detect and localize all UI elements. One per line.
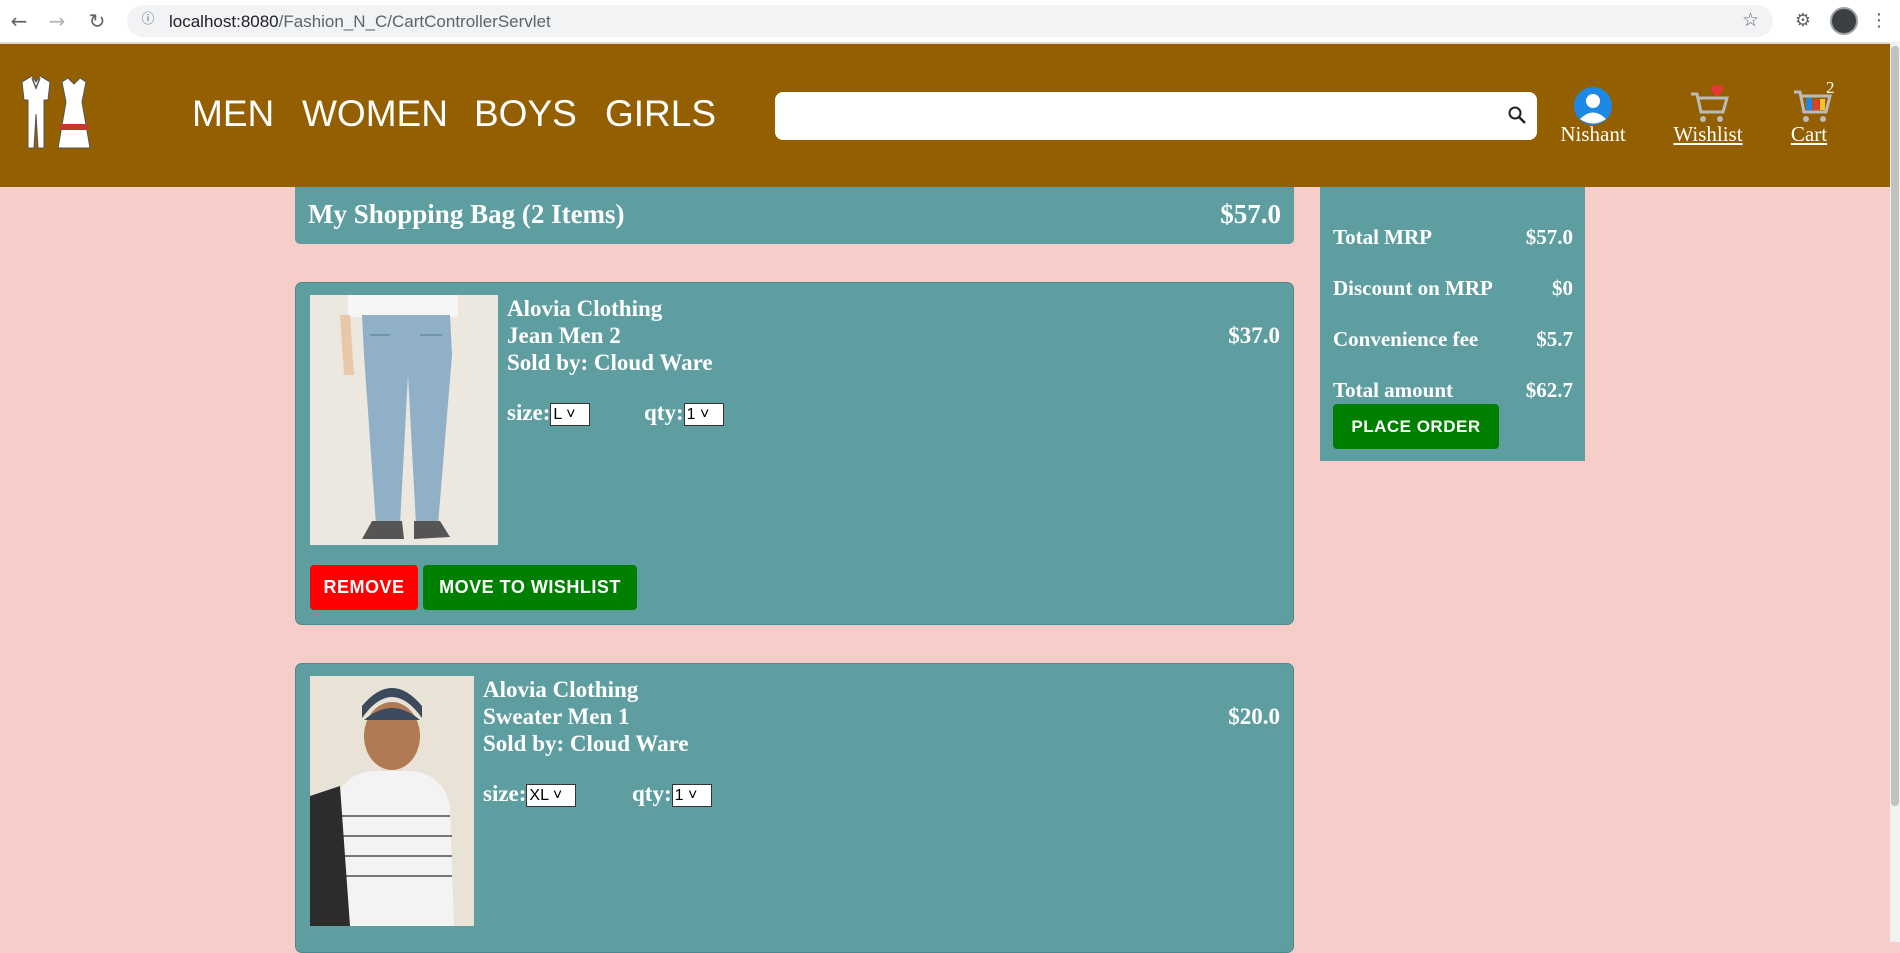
qty-selector-row: qty: 1 ˅ xyxy=(632,781,712,808)
product-image-jeans[interactable] xyxy=(310,295,498,545)
product-image-sweater[interactable] xyxy=(310,676,474,926)
url-text: localhost:8080/Fashion_N_C/CartControlle… xyxy=(169,12,551,32)
qty-label: qty: xyxy=(644,400,684,425)
size-selector-row: size: L ˅ xyxy=(507,400,591,427)
back-icon[interactable]: ← xyxy=(6,8,32,34)
nav-girls[interactable]: GIRLS xyxy=(605,93,716,135)
size-label: size: xyxy=(507,400,551,425)
qty-select[interactable]: 1 ˅ xyxy=(671,784,712,808)
browser-profile-avatar[interactable] xyxy=(1830,7,1858,35)
summary-value: $57.0 xyxy=(1525,225,1573,249)
summary-row-convenience-fee: Convenience fee $5.7 xyxy=(1333,327,1573,352)
product-name: Jean Men 2 xyxy=(507,323,621,348)
size-selector-row: size: XL ˅ xyxy=(483,781,577,808)
qty-value: 1 xyxy=(674,787,684,805)
size-label: size: xyxy=(483,781,527,806)
move-to-wishlist-button[interactable]: MOVE TO WISHLIST xyxy=(423,565,637,610)
summary-label: Total MRP xyxy=(1333,225,1432,249)
order-summary: Total MRP $57.0 Discount on MRP $0 Conveni… xyxy=(1320,187,1585,461)
summary-value: $5.7 xyxy=(1536,327,1573,351)
wishlist-link[interactable]: Wishlist xyxy=(1668,122,1748,147)
place-order-button[interactable]: PLACE ORDER xyxy=(1333,404,1499,449)
cart-item: Alovia Clothing Jean Men 2 Sold by: Clou… xyxy=(295,282,1294,625)
nav-women[interactable]: WOMEN xyxy=(302,93,448,135)
cart-item: Alovia Clothing Sweater Men 1 Sold by: C… xyxy=(295,663,1294,953)
scrollbar-thumb[interactable] xyxy=(1891,46,1899,806)
bag-title: My Shopping Bag (2 Items) xyxy=(308,199,625,229)
info-icon[interactable]: ⓘ xyxy=(139,11,157,29)
user-link[interactable]: Nishant xyxy=(1555,122,1631,147)
search-input[interactable] xyxy=(775,92,1537,140)
summary-value: $0 xyxy=(1552,276,1573,300)
size-value: XL xyxy=(529,787,549,805)
product-price: $37.0 xyxy=(1228,323,1280,348)
summary-row-total-mrp: Total MRP $57.0 xyxy=(1333,225,1573,250)
size-select[interactable]: XL ˅ xyxy=(526,784,577,808)
url-host: localhost:8080 xyxy=(169,12,279,31)
qty-selector-row: qty: 1 ˅ xyxy=(644,400,724,427)
size-value: L xyxy=(553,406,562,424)
site-header: MEN WOMEN BOYS GIRLS Nishant Wishlist 2 … xyxy=(0,44,1890,187)
remove-button[interactable]: REMOVE xyxy=(310,565,418,610)
summary-label: Discount on MRP xyxy=(1333,276,1493,300)
nav-men[interactable]: MEN xyxy=(192,93,274,135)
nav-boys[interactable]: BOYS xyxy=(474,93,577,135)
extensions-icon[interactable]: ⚙ xyxy=(1790,8,1816,34)
product-brand: Alovia Clothing xyxy=(483,677,639,702)
address-bar[interactable]: ⓘ localhost:8080/Fashion_N_C/CartControl… xyxy=(127,5,1773,37)
product-seller: Sold by: Cloud Ware xyxy=(507,350,713,375)
user-icon[interactable] xyxy=(1573,86,1613,126)
product-name: Sweater Men 1 xyxy=(483,704,630,729)
product-price: $20.0 xyxy=(1228,704,1280,729)
summary-row-total-amount: Total amount $62.7 xyxy=(1333,378,1573,403)
url-path: /Fashion_N_C/CartControllerServlet xyxy=(278,12,551,31)
search-icon[interactable] xyxy=(1507,105,1527,125)
bookmark-star-icon[interactable]: ☆ xyxy=(1742,9,1759,31)
bag-header: My Shopping Bag (2 Items) $57.0 xyxy=(295,187,1294,244)
qty-value: 1 xyxy=(686,406,696,424)
summary-label: Convenience fee xyxy=(1333,327,1479,351)
size-select[interactable]: L ˅ xyxy=(550,403,591,427)
qty-label: qty: xyxy=(632,781,672,806)
reload-icon[interactable]: ↻ xyxy=(84,8,110,34)
cart-link[interactable]: Cart xyxy=(1786,122,1832,147)
browser-menu-icon[interactable]: ⋮ xyxy=(1866,8,1892,34)
summary-row-discount: Discount on MRP $0 xyxy=(1333,276,1573,301)
summary-label: Total amount xyxy=(1333,378,1454,402)
bag-total: $57.0 xyxy=(1220,199,1281,229)
store-logo-icon[interactable] xyxy=(14,68,94,164)
product-brand: Alovia Clothing xyxy=(507,296,663,321)
qty-select[interactable]: 1 ˅ xyxy=(683,403,724,427)
cart-count-badge: 2 xyxy=(1826,78,1835,97)
wishlist-icon[interactable] xyxy=(1687,84,1731,126)
forward-icon[interactable]: → xyxy=(44,8,70,34)
product-seller: Sold by: Cloud Ware xyxy=(483,731,689,756)
browser-toolbar: ← → ↻ ⓘ localhost:8080/Fashion_N_C/CartC… xyxy=(0,0,1900,43)
summary-value: $62.7 xyxy=(1525,378,1573,402)
